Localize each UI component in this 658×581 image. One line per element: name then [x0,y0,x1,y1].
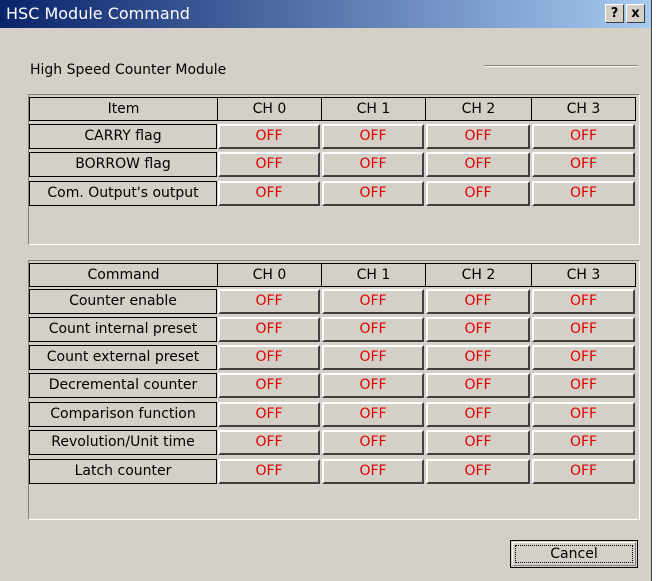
carry-ch0-value: OFF [218,124,320,149]
group-title: High Speed Counter Module [30,62,227,78]
com-output-ch2-value: OFF [426,181,530,206]
command-header-ch3: CH 3 [531,263,636,287]
status-header-item: Item [29,97,217,121]
status-header-ch3: CH 3 [531,97,636,121]
latch-ch2-button[interactable]: OFF [426,459,530,484]
status-header-ch0: CH 0 [217,97,321,121]
command-row-label: Count external preset [29,345,217,370]
carry-ch1-value: OFF [322,124,424,149]
counter-enable-ch1-button[interactable]: OFF [322,289,424,314]
status-row-label: CARRY flag [29,124,217,149]
internal-preset-ch0-button[interactable]: OFF [218,317,320,342]
latch-ch0-button[interactable]: OFF [218,459,320,484]
internal-preset-ch3-button[interactable]: OFF [532,317,635,342]
command-row-label: Decremental counter [29,373,217,398]
counter-enable-ch0-button[interactable]: OFF [218,289,320,314]
external-preset-ch3-button[interactable]: OFF [532,345,635,370]
command-header-ch2: CH 2 [425,263,531,287]
external-preset-ch1-button[interactable]: OFF [322,345,424,370]
command-row-label: Counter enable [29,289,217,314]
revolution-ch2-button[interactable]: OFF [426,430,530,455]
command-header-ch0: CH 0 [217,263,321,287]
status-header-ch1: CH 1 [321,97,425,121]
dialog-window: HSC Module Command ? x High Speed Counte… [0,0,652,581]
counter-enable-ch3-button[interactable]: OFF [532,289,635,314]
borrow-ch2-value: OFF [426,152,530,177]
command-header-command: Command [29,263,217,287]
command-row-label: Revolution/Unit time [29,430,217,455]
comparison-ch0-button[interactable]: OFF [218,402,320,427]
revolution-ch0-button[interactable]: OFF [218,430,320,455]
latch-ch1-button[interactable]: OFF [322,459,424,484]
com-output-ch3-value: OFF [532,181,635,206]
command-header-ch1: CH 1 [321,263,425,287]
comparison-ch2-button[interactable]: OFF [426,402,530,427]
command-row-label: Latch counter [29,459,217,484]
external-preset-ch0-button[interactable]: OFF [218,345,320,370]
carry-ch2-value: OFF [426,124,530,149]
decremental-ch1-button[interactable]: OFF [322,373,424,398]
borrow-ch0-value: OFF [218,152,320,177]
com-output-ch1-value: OFF [322,181,424,206]
status-row-label: Com. Output's output [29,181,217,206]
borrow-ch1-value: OFF [322,152,424,177]
revolution-ch3-button[interactable]: OFF [532,430,635,455]
help-button[interactable]: ? [605,4,624,23]
status-row-label: BORROW flag [29,152,217,177]
counter-enable-ch2-button[interactable]: OFF [426,289,530,314]
comparison-ch1-button[interactable]: OFF [322,402,424,427]
command-row-label: Comparison function [29,402,217,427]
carry-ch3-value: OFF [532,124,635,149]
latch-ch3-button[interactable]: OFF [532,459,635,484]
group-divider [484,65,638,67]
internal-preset-ch2-button[interactable]: OFF [426,317,530,342]
window-title: HSC Module Command [6,4,190,23]
cancel-button-label: Cancel [515,545,633,563]
cancel-button[interactable]: Cancel [510,540,638,568]
decremental-ch0-button[interactable]: OFF [218,373,320,398]
external-preset-ch2-button[interactable]: OFF [426,345,530,370]
internal-preset-ch1-button[interactable]: OFF [322,317,424,342]
com-output-ch0-value: OFF [218,181,320,206]
status-header-ch2: CH 2 [425,97,531,121]
decremental-ch3-button[interactable]: OFF [532,373,635,398]
close-button[interactable]: x [626,4,645,23]
decremental-ch2-button[interactable]: OFF [426,373,530,398]
title-bar[interactable]: HSC Module Command ? x [0,0,651,28]
borrow-ch3-value: OFF [532,152,635,177]
command-row-label: Count internal preset [29,317,217,342]
comparison-ch3-button[interactable]: OFF [532,402,635,427]
revolution-ch1-button[interactable]: OFF [322,430,424,455]
